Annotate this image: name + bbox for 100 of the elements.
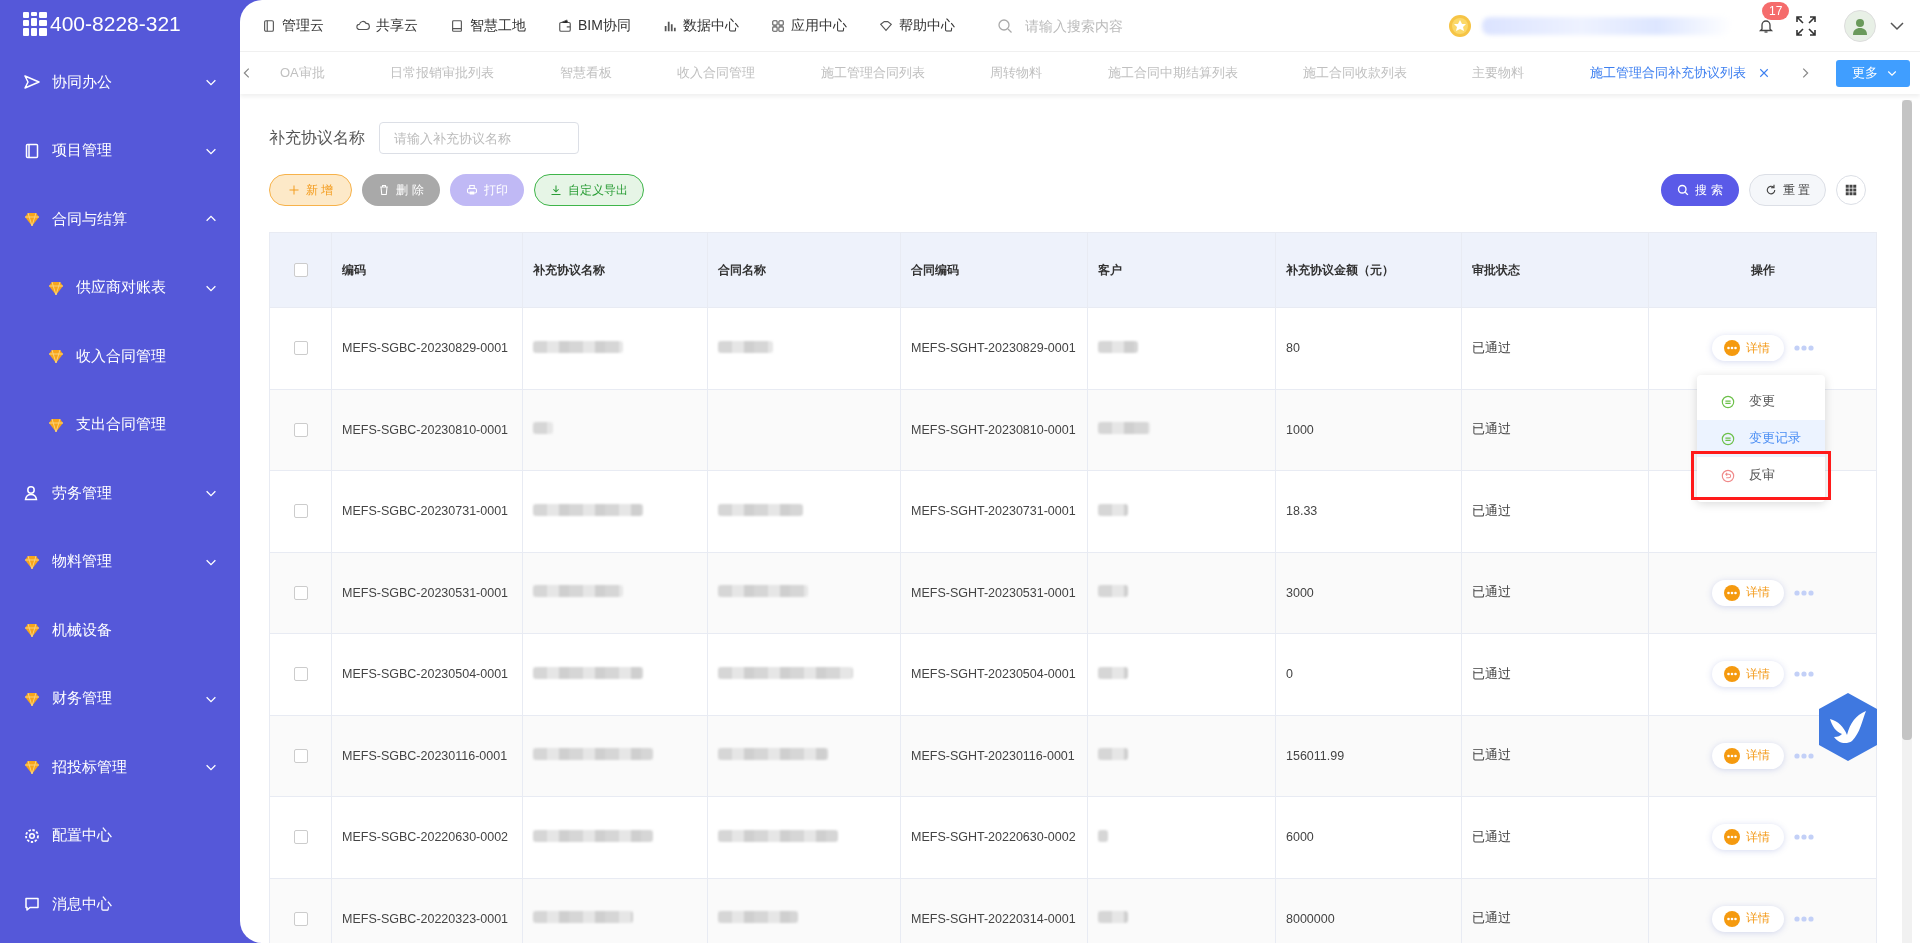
diamond-icon	[48, 348, 64, 365]
table-cell: 已通过	[1461, 552, 1649, 634]
more-icon[interactable]	[1793, 752, 1814, 759]
sidebar-item[interactable]: 协同办公	[0, 48, 240, 117]
sidebar-item[interactable]: 合同与结算	[0, 185, 240, 254]
close-icon[interactable]	[1757, 67, 1770, 79]
export-button[interactable]: 自定义导出	[533, 174, 644, 206]
column-header: 补充协议名称	[522, 232, 708, 308]
nav-link[interactable]: 管理云	[262, 16, 324, 35]
nav-link[interactable]: BIM协同	[558, 16, 631, 35]
table-cell: 3000	[1275, 552, 1462, 634]
more-icon[interactable]	[1793, 589, 1814, 596]
grid-icon	[770, 18, 785, 33]
nav-link[interactable]: 应用中心	[770, 16, 847, 35]
column-header: 客户	[1087, 232, 1276, 308]
checkbox[interactable]	[293, 585, 308, 600]
refresh-icon	[1764, 184, 1777, 196]
table-cell: MEFS-SGHT-20220630-0002	[900, 796, 1088, 878]
bird-icon[interactable]	[1816, 691, 1880, 763]
table-cell: 1000	[1275, 389, 1462, 471]
table-cell: MEFS-SGHT-20230116-0001	[900, 715, 1088, 797]
diamond-icon	[24, 759, 40, 776]
column-header: 操作	[1648, 232, 1877, 308]
table-cell: 80	[1275, 307, 1462, 389]
reset-button[interactable]: 重 置	[1748, 174, 1826, 206]
tab[interactable]: 施工管理合同补充协议列表	[1589, 52, 1770, 94]
more-icon[interactable]	[1793, 345, 1814, 352]
table-cell: 已通过	[1461, 715, 1649, 797]
table-cell: 156011.99	[1275, 715, 1462, 797]
more-icon	[1723, 666, 1740, 683]
select-all-checkbox[interactable]	[293, 263, 308, 277]
message-icon	[24, 896, 40, 913]
sidebar-item[interactable]: 支出合同管理	[0, 390, 240, 459]
coin-icon	[1448, 13, 1472, 38]
sidebar-item[interactable]: 招投标管理	[0, 733, 240, 802]
sidebar-item[interactable]: 财务管理	[0, 664, 240, 733]
square-icon	[262, 18, 276, 33]
diamond-icon	[24, 553, 40, 570]
grid-icon	[1845, 184, 1857, 196]
diamond-icon	[48, 279, 64, 296]
nav-link[interactable]: 数据中心	[662, 16, 739, 35]
table-cell: 已通过	[1461, 878, 1649, 943]
checkbox[interactable]	[293, 422, 308, 437]
book-icon	[24, 142, 40, 159]
nav-link[interactable]: 共享云	[356, 16, 418, 35]
table-cell: MEFS-SGBC-20230116-0001	[331, 715, 523, 797]
more-icon	[1723, 340, 1740, 357]
checkbox[interactable]	[293, 667, 308, 682]
menu-item[interactable]: 变更	[1697, 383, 1825, 420]
menu-item[interactable]: 反审	[1697, 457, 1825, 494]
search-button[interactable]: 搜 索	[1661, 174, 1739, 206]
checkbox[interactable]	[293, 830, 308, 845]
table-cell: MEFS-SGBC-20230829-0001	[331, 307, 523, 389]
input-field[interactable]: 请输入补充协议名称	[379, 122, 579, 154]
sidebar-item[interactable]: 收入合同管理	[0, 322, 240, 391]
table-cell: 已通过	[1461, 796, 1649, 878]
sidebar-item[interactable]: 物料管理	[0, 527, 240, 596]
table-cell: MEFS-SGBC-20220630-0002	[331, 796, 523, 878]
diamond-icon	[24, 690, 40, 707]
undo-circle-icon	[1721, 468, 1735, 483]
user-icon	[24, 485, 40, 502]
checkbox[interactable]	[293, 504, 308, 519]
search-icon	[1677, 184, 1690, 196]
sidebar-item[interactable]: 消息中心	[0, 870, 240, 939]
more-button[interactable]: 更多	[1836, 59, 1910, 87]
search-icon	[996, 17, 1013, 34]
redacted-text	[1098, 585, 1128, 598]
sidebar-item[interactable]: 项目管理	[0, 116, 240, 185]
table-cell: 已通过	[1461, 470, 1649, 552]
bell-icon[interactable]	[1758, 17, 1774, 34]
sidebar-item[interactable]: 劳务管理	[0, 459, 240, 528]
table-cell: 已通过	[1461, 633, 1649, 715]
column-header: 合同编码	[900, 232, 1088, 308]
checkbox[interactable]	[293, 748, 308, 763]
table-cell: MEFS-SGHT-20230731-0001	[900, 470, 1088, 552]
nav-link[interactable]: 帮助中心	[878, 16, 955, 35]
sidebar-item[interactable]: 机械设备	[0, 596, 240, 665]
nav-link[interactable]: 智慧工地	[450, 16, 526, 35]
fullscreen-icon[interactable]	[1796, 15, 1816, 36]
columns-button[interactable]	[1836, 175, 1866, 205]
avatar[interactable]	[1844, 9, 1876, 42]
scrollbar[interactable]	[1902, 100, 1912, 943]
table-cell: MEFS-SGHT-20230504-0001	[900, 633, 1088, 715]
checkbox[interactable]	[293, 911, 308, 926]
sidebar-item[interactable]: 配置中心	[0, 801, 240, 870]
sidebar-item[interactable]: 供应商对账表	[0, 253, 240, 322]
table-cell: MEFS-SGHT-20230810-0001	[900, 389, 1088, 471]
more-icon[interactable]	[1793, 915, 1814, 922]
download-icon	[549, 184, 562, 196]
table-cell: 已通过	[1461, 389, 1649, 471]
wallet-icon	[558, 18, 572, 33]
diamond-icon	[24, 622, 40, 639]
more-icon[interactable]	[1793, 671, 1814, 678]
more-icon[interactable]	[1793, 834, 1814, 841]
redacted-text	[1098, 503, 1128, 516]
table-cell: MEFS-SGBC-20230810-0001	[331, 389, 523, 471]
diamond-icon	[878, 18, 893, 33]
equals-circle-icon	[1721, 394, 1735, 409]
checkbox[interactable]	[293, 341, 308, 356]
menu-item[interactable]: 变更记录	[1697, 420, 1825, 457]
